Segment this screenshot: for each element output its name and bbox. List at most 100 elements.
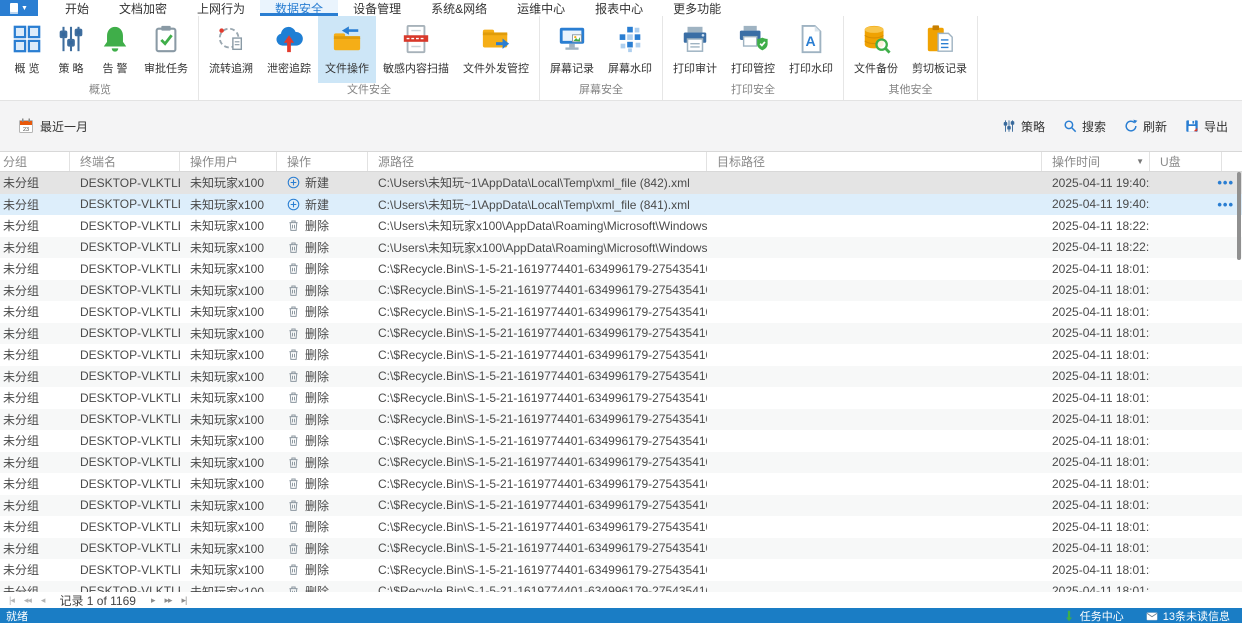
unread-messages-button[interactable]: 13条未读信息 [1146, 608, 1230, 623]
export-disk-icon [1185, 119, 1199, 133]
table-row[interactable]: 未分组 DESKTOP-VLKTLE1 未知玩家x100 删除 C:\$Recycle.… [0, 408, 1242, 430]
operation-label: 删除 [305, 412, 330, 427]
column-header[interactable]: 操作用户 [180, 152, 277, 171]
ribbon-button[interactable]: 屏幕记录 [543, 16, 601, 83]
last-page-button[interactable]: ▸| [177, 595, 192, 606]
table-cell: C:\$Recycle.Bin\S-1-5-21-1619774401-6349… [378, 562, 707, 577]
ribbon-group: 屏幕记录 屏幕水印 屏幕安全 [540, 16, 663, 100]
scrollbar-thumb[interactable] [1237, 172, 1241, 260]
menu-tab-9[interactable]: 更多功能 [658, 0, 736, 16]
search-magnifier-icon [1063, 119, 1077, 133]
refresh-arrow-icon [1124, 119, 1138, 133]
table-row[interactable]: 未分组 DESKTOP-VLKTLE1 未知玩家x100 删除 C:\Users\未知玩… [0, 236, 1242, 258]
chevron-down-icon: ▼ [21, 4, 28, 12]
column-header[interactable]: 分组 [0, 152, 70, 171]
ribbon-button[interactable]: 打印审计 [666, 16, 724, 83]
table-row[interactable]: 未分组 DESKTOP-VLKTLE1 未知玩家x100 删除 C:\$Recycle.… [0, 279, 1242, 301]
menu-tab-1[interactable]: 开始 [50, 0, 104, 16]
column-filter-caret-icon[interactable]: ▼ [1136, 157, 1144, 166]
menu-tab-3[interactable]: 上网行为 [182, 0, 260, 16]
row-actions-menu[interactable]: ••• [1217, 172, 1234, 194]
table-row[interactable]: 未分组 DESKTOP-VLKTLE1 未知玩家x100 删除 C:\$Recycle.… [0, 451, 1242, 473]
table-cell: DESKTOP-VLKTLE1 [80, 304, 180, 319]
table-cell: DESKTOP-VLKTLE1 [80, 347, 180, 362]
date-range-filter[interactable]: 23 最近一月 [18, 118, 88, 135]
table-cell: C:\$Recycle.Bin\S-1-5-21-1619774401-6349… [378, 476, 707, 491]
overview-grid-icon [12, 23, 42, 55]
column-header-label: 操作用户 [190, 155, 239, 169]
table-cell: 未知玩家x100 [190, 176, 265, 191]
table-row[interactable]: 未分组 DESKTOP-VLKTLE1 未知玩家x100 删除 C:\$Recycle.… [0, 473, 1242, 495]
table-cell: 未分组 [3, 240, 40, 255]
prev-record-button[interactable]: ◂ [36, 595, 50, 606]
table-cell: DESKTOP-VLKTLE1 [80, 197, 180, 212]
ribbon-button[interactable]: 泄密追踪 [260, 16, 318, 83]
table-row[interactable]: 未分组 DESKTOP-VLKTLE1 未知玩家x100 删除 C:\$Recycle.… [0, 301, 1242, 323]
ribbon-button[interactable]: 概 览 [5, 16, 49, 83]
table-row[interactable]: 未分组 DESKTOP-VLKTLE1 未知玩家x100 删除 C:\$Recycle.… [0, 559, 1242, 581]
ribbon-button[interactable]: 文件操作 [318, 16, 376, 83]
table-cell: 未分组 [3, 197, 40, 212]
ribbon-button[interactable]: A 打印水印 [782, 16, 840, 83]
table-row[interactable]: 未分组 DESKTOP-VLKTLE1 未知玩家x100 删除 C:\$Recycle.… [0, 387, 1242, 409]
column-header[interactable]: 操作 [277, 152, 368, 171]
ribbon-button[interactable]: 敏感内容扫描 [376, 16, 456, 83]
table-row[interactable]: 未分组 DESKTOP-VLKTLE1 未知玩家x100 删除 C:\$Recycle.… [0, 580, 1242, 592]
toolbar-action-export-disk[interactable]: 导出 [1185, 118, 1228, 135]
table-cell: 未知玩家x100 [190, 391, 265, 406]
menu-tab-2[interactable]: 文档加密 [104, 0, 182, 16]
column-header[interactable]: 操作时间 ▼ [1042, 152, 1150, 171]
table-row[interactable]: 未分组 DESKTOP-VLKTLE1 未知玩家x100 新建 C:\Users\未知玩… [0, 172, 1242, 194]
column-header[interactable]: 目标路径 [707, 152, 1042, 171]
ribbon-button[interactable]: 文件备份 [847, 16, 905, 83]
fast-next-button[interactable]: ▸▸ [159, 595, 176, 606]
table-row[interactable]: 未分组 DESKTOP-VLKTLE1 未知玩家x100 删除 C:\$Recycle.… [0, 365, 1242, 387]
app-menu-button[interactable]: ▼ [0, 0, 38, 16]
table-row[interactable]: 未分组 DESKTOP-VLKTLE1 未知玩家x100 删除 C:\$Recycle.… [0, 537, 1242, 559]
column-header[interactable]: 终端名 [70, 152, 180, 171]
toolbar-action-label: 搜索 [1081, 119, 1106, 134]
menu-tab-8[interactable]: 报表中心 [580, 0, 658, 16]
fast-prev-button[interactable]: ◂◂ [19, 595, 36, 606]
column-header[interactable]: U盘 [1150, 152, 1222, 171]
ribbon-button[interactable]: 屏幕水印 [601, 16, 659, 83]
menu-tab-6[interactable]: 系统&网络 [416, 0, 502, 16]
toolbar-action-refresh-arrow[interactable]: 刷新 [1124, 118, 1167, 135]
column-header[interactable]: 源路径 [368, 152, 707, 171]
task-center-label: 任务中心 [1079, 610, 1124, 623]
ribbon-button[interactable]: 告 警 [93, 16, 137, 83]
ribbon-button[interactable]: 文件外发管控 [456, 16, 536, 83]
operation-cell: 删除 [277, 282, 368, 299]
table-row[interactable]: 未分组 DESKTOP-VLKTLE1 未知玩家x100 删除 C:\Users\未知玩… [0, 215, 1242, 237]
outbound-folder-icon [481, 23, 511, 55]
menu-tab-5[interactable]: 设备管理 [338, 0, 416, 16]
table-row[interactable]: 未分组 DESKTOP-VLKTLE1 未知玩家x100 删除 C:\$Recycle.… [0, 430, 1242, 452]
table-row[interactable]: 未分组 DESKTOP-VLKTLE1 未知玩家x100 新建 C:\Users\未知玩… [0, 193, 1242, 216]
ribbon-button-label: 屏幕水印 [608, 63, 652, 75]
table-row[interactable]: 未分组 DESKTOP-VLKTLE1 未知玩家x100 删除 C:\$Recycle.… [0, 344, 1242, 366]
ribbon-button[interactable]: 审批任务 [137, 16, 195, 83]
toolbar-action-policy-sliders[interactable]: 策略 [1002, 118, 1045, 135]
ribbon-button[interactable]: 策 略 [49, 16, 93, 83]
ribbon-button[interactable]: 剪切板记录 [905, 16, 974, 83]
ribbon-button[interactable]: 流转追溯 [202, 16, 260, 83]
table-cell: 2025-04-11 18:01:38 [1052, 347, 1150, 362]
first-page-button[interactable]: |◂ [4, 595, 19, 606]
menu-tab-4[interactable]: 数据安全 [260, 0, 339, 16]
table-row[interactable]: 未分组 DESKTOP-VLKTLE1 未知玩家x100 删除 C:\$Recycle.… [0, 516, 1242, 538]
filter-bar: 23 最近一月 策略 搜索 刷新 导出 [0, 101, 1242, 151]
table-row[interactable]: 未分组 DESKTOP-VLKTLE1 未知玩家x100 删除 C:\$Recycle.… [0, 494, 1242, 516]
task-center-button[interactable]: 任务中心 [1063, 608, 1124, 623]
next-record-button[interactable]: ▸ [146, 595, 160, 606]
menu-tab-7[interactable]: 运维中心 [502, 0, 580, 16]
ribbon-button[interactable]: 打印管控 [724, 16, 782, 83]
toolbar-action-search-magnifier[interactable]: 搜索 [1063, 118, 1106, 135]
vertical-scrollbar[interactable] [1236, 172, 1242, 592]
table-cell: 2025-04-11 19:40:27 [1052, 175, 1150, 190]
row-actions-menu[interactable]: ••• [1217, 194, 1234, 216]
table-row[interactable]: 未分组 DESKTOP-VLKTLE1 未知玩家x100 删除 C:\$Recycle.… [0, 258, 1242, 280]
delete-trash-icon [287, 262, 300, 275]
mail-icon [1146, 610, 1158, 622]
table-cell: C:\$Recycle.Bin\S-1-5-21-1619774401-6349… [378, 390, 707, 405]
table-row[interactable]: 未分组 DESKTOP-VLKTLE1 未知玩家x100 删除 C:\$Recycle.… [0, 322, 1242, 344]
